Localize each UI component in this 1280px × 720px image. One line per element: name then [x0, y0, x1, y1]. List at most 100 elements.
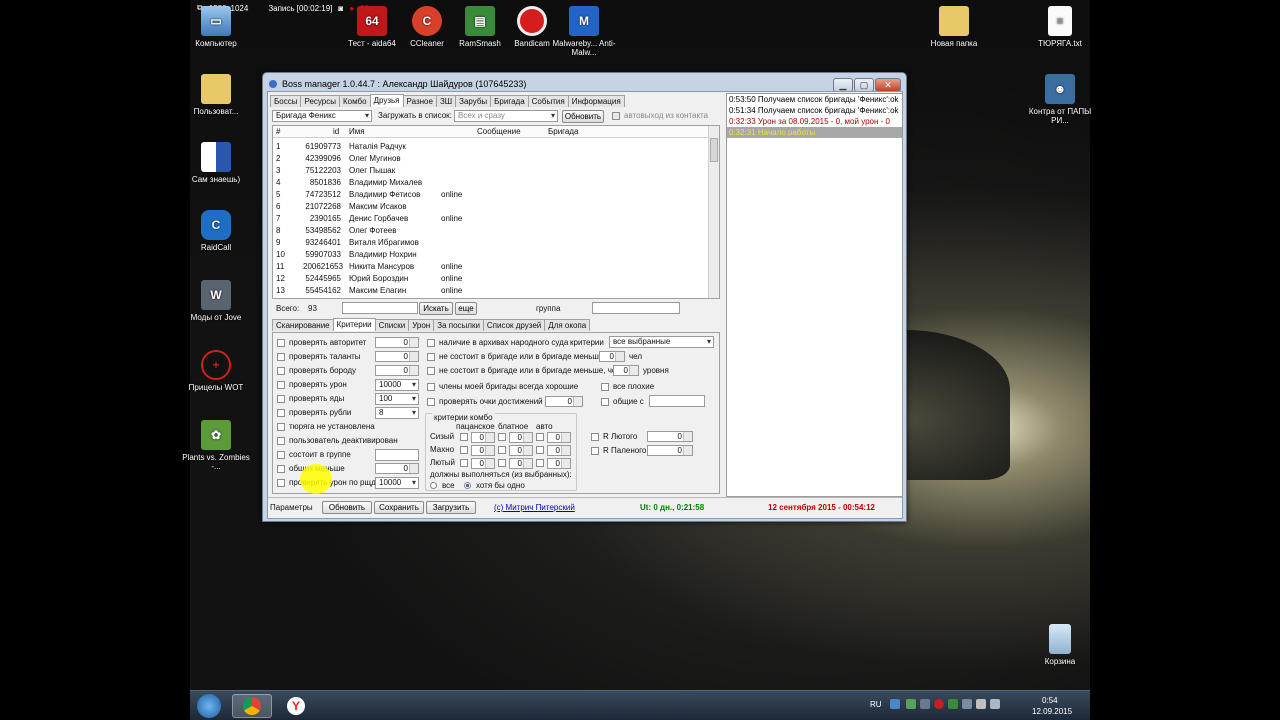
desktop-icon-mods-jove[interactable]: W Моды от Jove	[182, 280, 250, 322]
table-row[interactable]: 6 21072268 Максим Исаков	[273, 201, 709, 213]
load-button[interactable]: Загрузить	[426, 501, 476, 514]
save-button[interactable]: Сохранить	[374, 501, 424, 514]
not-in-brigade-checkbox[interactable]	[427, 353, 435, 361]
brigade-select[interactable]: Бригада Феникс	[272, 110, 372, 122]
desktop-icon-sam-znaesh[interactable]: Сам знаешь)	[182, 142, 250, 184]
maximize-button[interactable]: ▢	[854, 78, 874, 92]
taskbar-yandex[interactable]: Y	[276, 694, 316, 718]
tab-info[interactable]: Информация	[567, 95, 625, 107]
search-input[interactable]	[342, 302, 418, 314]
search-button[interactable]: Искать	[419, 302, 453, 315]
combo-spinner[interactable]: 0	[471, 445, 495, 456]
table-scrollbar[interactable]	[708, 126, 719, 298]
table-row[interactable]: 13 55454162 Максим Елагин online	[273, 285, 709, 297]
table-row[interactable]: 12 52445965 Юрий Бороздин online	[273, 273, 709, 285]
tray-app-icon[interactable]	[906, 699, 916, 709]
combo-spinner[interactable]: 0	[547, 445, 571, 456]
table-row[interactable]: 8 53498562 Олег Фотеев	[273, 225, 709, 237]
criteria-checkbox[interactable]	[277, 437, 285, 445]
criteria-combo[interactable]: 8	[375, 407, 419, 419]
table-row[interactable]: 7 2390165 Денис Горбачев online	[273, 213, 709, 225]
taskbar-chrome[interactable]	[232, 694, 272, 718]
criteria-spinner[interactable]: 0	[375, 337, 419, 348]
criteria-spinner[interactable]: 0	[375, 351, 419, 362]
table-row[interactable]: 10 59907033 Владимир Нохрин	[273, 249, 709, 261]
subtab-criteria[interactable]: Критерии	[332, 318, 376, 331]
col-header-name[interactable]: Имя	[349, 127, 365, 137]
col-header-num[interactable]: #	[276, 127, 280, 137]
table-row[interactable]: 5 74723512 Владимир Фетисов online	[273, 189, 709, 201]
combo-spinner[interactable]: 0	[509, 458, 533, 469]
group-id-input[interactable]	[375, 449, 419, 461]
subtab-scan[interactable]: Сканирование	[272, 319, 334, 331]
tray-volume-icon[interactable]	[990, 699, 1000, 709]
archive-checkbox[interactable]	[427, 339, 435, 347]
r-lyutogo-checkbox[interactable]	[591, 433, 599, 441]
combo-checkbox[interactable]	[460, 459, 468, 467]
scrollbar-thumb[interactable]	[710, 138, 718, 162]
tab-misc[interactable]: Разное	[402, 95, 437, 107]
tab-resources[interactable]: Ресурсы	[300, 95, 340, 107]
tab-combo[interactable]: Комбо	[339, 95, 371, 107]
members-spinner[interactable]: 0	[599, 351, 625, 362]
tab-fights[interactable]: Зарубы	[455, 95, 492, 107]
combo-spinner[interactable]: 0	[509, 445, 533, 456]
combo-checkbox[interactable]	[498, 433, 506, 441]
common-with-checkbox[interactable]	[601, 398, 609, 406]
desktop-icon-new-folder[interactable]: Новая папка	[920, 6, 988, 48]
criteria-checkbox[interactable]	[277, 465, 285, 473]
combo-spinner[interactable]: 0	[471, 432, 495, 443]
minimize-button[interactable]: ▁	[833, 78, 853, 92]
tab-bosses[interactable]: Боссы	[270, 95, 302, 107]
desktop-icon-raidcall[interactable]: C RaidCall	[182, 210, 250, 252]
all-bad-checkbox[interactable]	[601, 383, 609, 391]
subtab-friend-list[interactable]: Список друзей	[482, 319, 546, 331]
criteria-checkbox[interactable]	[277, 381, 285, 389]
desktop-icon-txt-file[interactable]: ≡ ТЮРЯГА.txt	[1026, 6, 1094, 48]
r-palenogo-spinner[interactable]: 0	[647, 445, 693, 456]
criteria-combo[interactable]: 100	[375, 393, 419, 405]
tray-monitor-icon[interactable]	[962, 699, 972, 709]
combo-checkbox[interactable]	[536, 433, 544, 441]
desktop-icon-plants-zombies[interactable]: ✿ Plants vs. Zombies -...	[182, 420, 250, 471]
criteria-checkbox[interactable]	[277, 395, 285, 403]
refresh-button[interactable]: Обновить	[322, 501, 372, 514]
desktop-icon-wot-sights[interactable]: + Прицелы WOT	[182, 350, 250, 392]
table-row[interactable]: 4 8501836 Владимир Михалев	[273, 177, 709, 189]
points-spinner[interactable]: 0	[545, 396, 583, 407]
criteria-checkbox[interactable]	[277, 409, 285, 417]
desktop-icon-user-folder[interactable]: Пользоват...	[182, 74, 250, 116]
combo-checkbox[interactable]	[460, 433, 468, 441]
tab-friends[interactable]: Друзья	[369, 94, 404, 107]
tray-flag-icon[interactable]	[976, 699, 986, 709]
combo-checkbox[interactable]	[460, 446, 468, 454]
desktop-icon-malwarebytes[interactable]: M Malwareby... Anti-Malw...	[550, 6, 618, 57]
more-button[interactable]: еще	[455, 302, 477, 315]
table-row[interactable]: 11 200621653 Никита Мансуров online	[273, 261, 709, 273]
subtab-damage[interactable]: Урон	[408, 319, 435, 331]
combo-spinner[interactable]: 0	[471, 458, 495, 469]
tab-brigade[interactable]: Бригада	[490, 95, 529, 107]
load-select[interactable]: Всех и сразу	[454, 110, 558, 122]
members-good-checkbox[interactable]	[427, 383, 435, 391]
col-header-id[interactable]: id	[333, 127, 339, 137]
criteria-combo[interactable]: 10000	[375, 379, 419, 391]
common-with-input[interactable]	[649, 395, 705, 407]
r-lyutogo-spinner[interactable]: 0	[647, 431, 693, 442]
desktop-icon-counter-strike[interactable]: ☻ Контра от ПАПЫ РИ...	[1026, 74, 1094, 125]
criteria-spinner[interactable]: 0	[375, 365, 419, 376]
close-button[interactable]: ✕	[875, 78, 901, 92]
desktop-icon-recycle-bin[interactable]: Корзина	[1026, 624, 1094, 666]
not-in-brigade-level-checkbox[interactable]	[427, 367, 435, 375]
criteria-checkbox[interactable]	[277, 479, 285, 487]
tray-network-icon[interactable]	[890, 699, 900, 709]
col-header-brigade[interactable]: Бригада	[548, 127, 578, 137]
combo-spinner[interactable]: 0	[547, 458, 571, 469]
radio-all[interactable]	[430, 482, 437, 489]
criteria-checkbox[interactable]	[277, 339, 285, 347]
radio-any[interactable]	[464, 482, 471, 489]
group-input[interactable]	[592, 302, 680, 314]
combo-checkbox[interactable]	[536, 459, 544, 467]
subtab-parcels[interactable]: За посылки	[433, 319, 484, 331]
refresh-list-button[interactable]: Обновить	[562, 110, 604, 123]
